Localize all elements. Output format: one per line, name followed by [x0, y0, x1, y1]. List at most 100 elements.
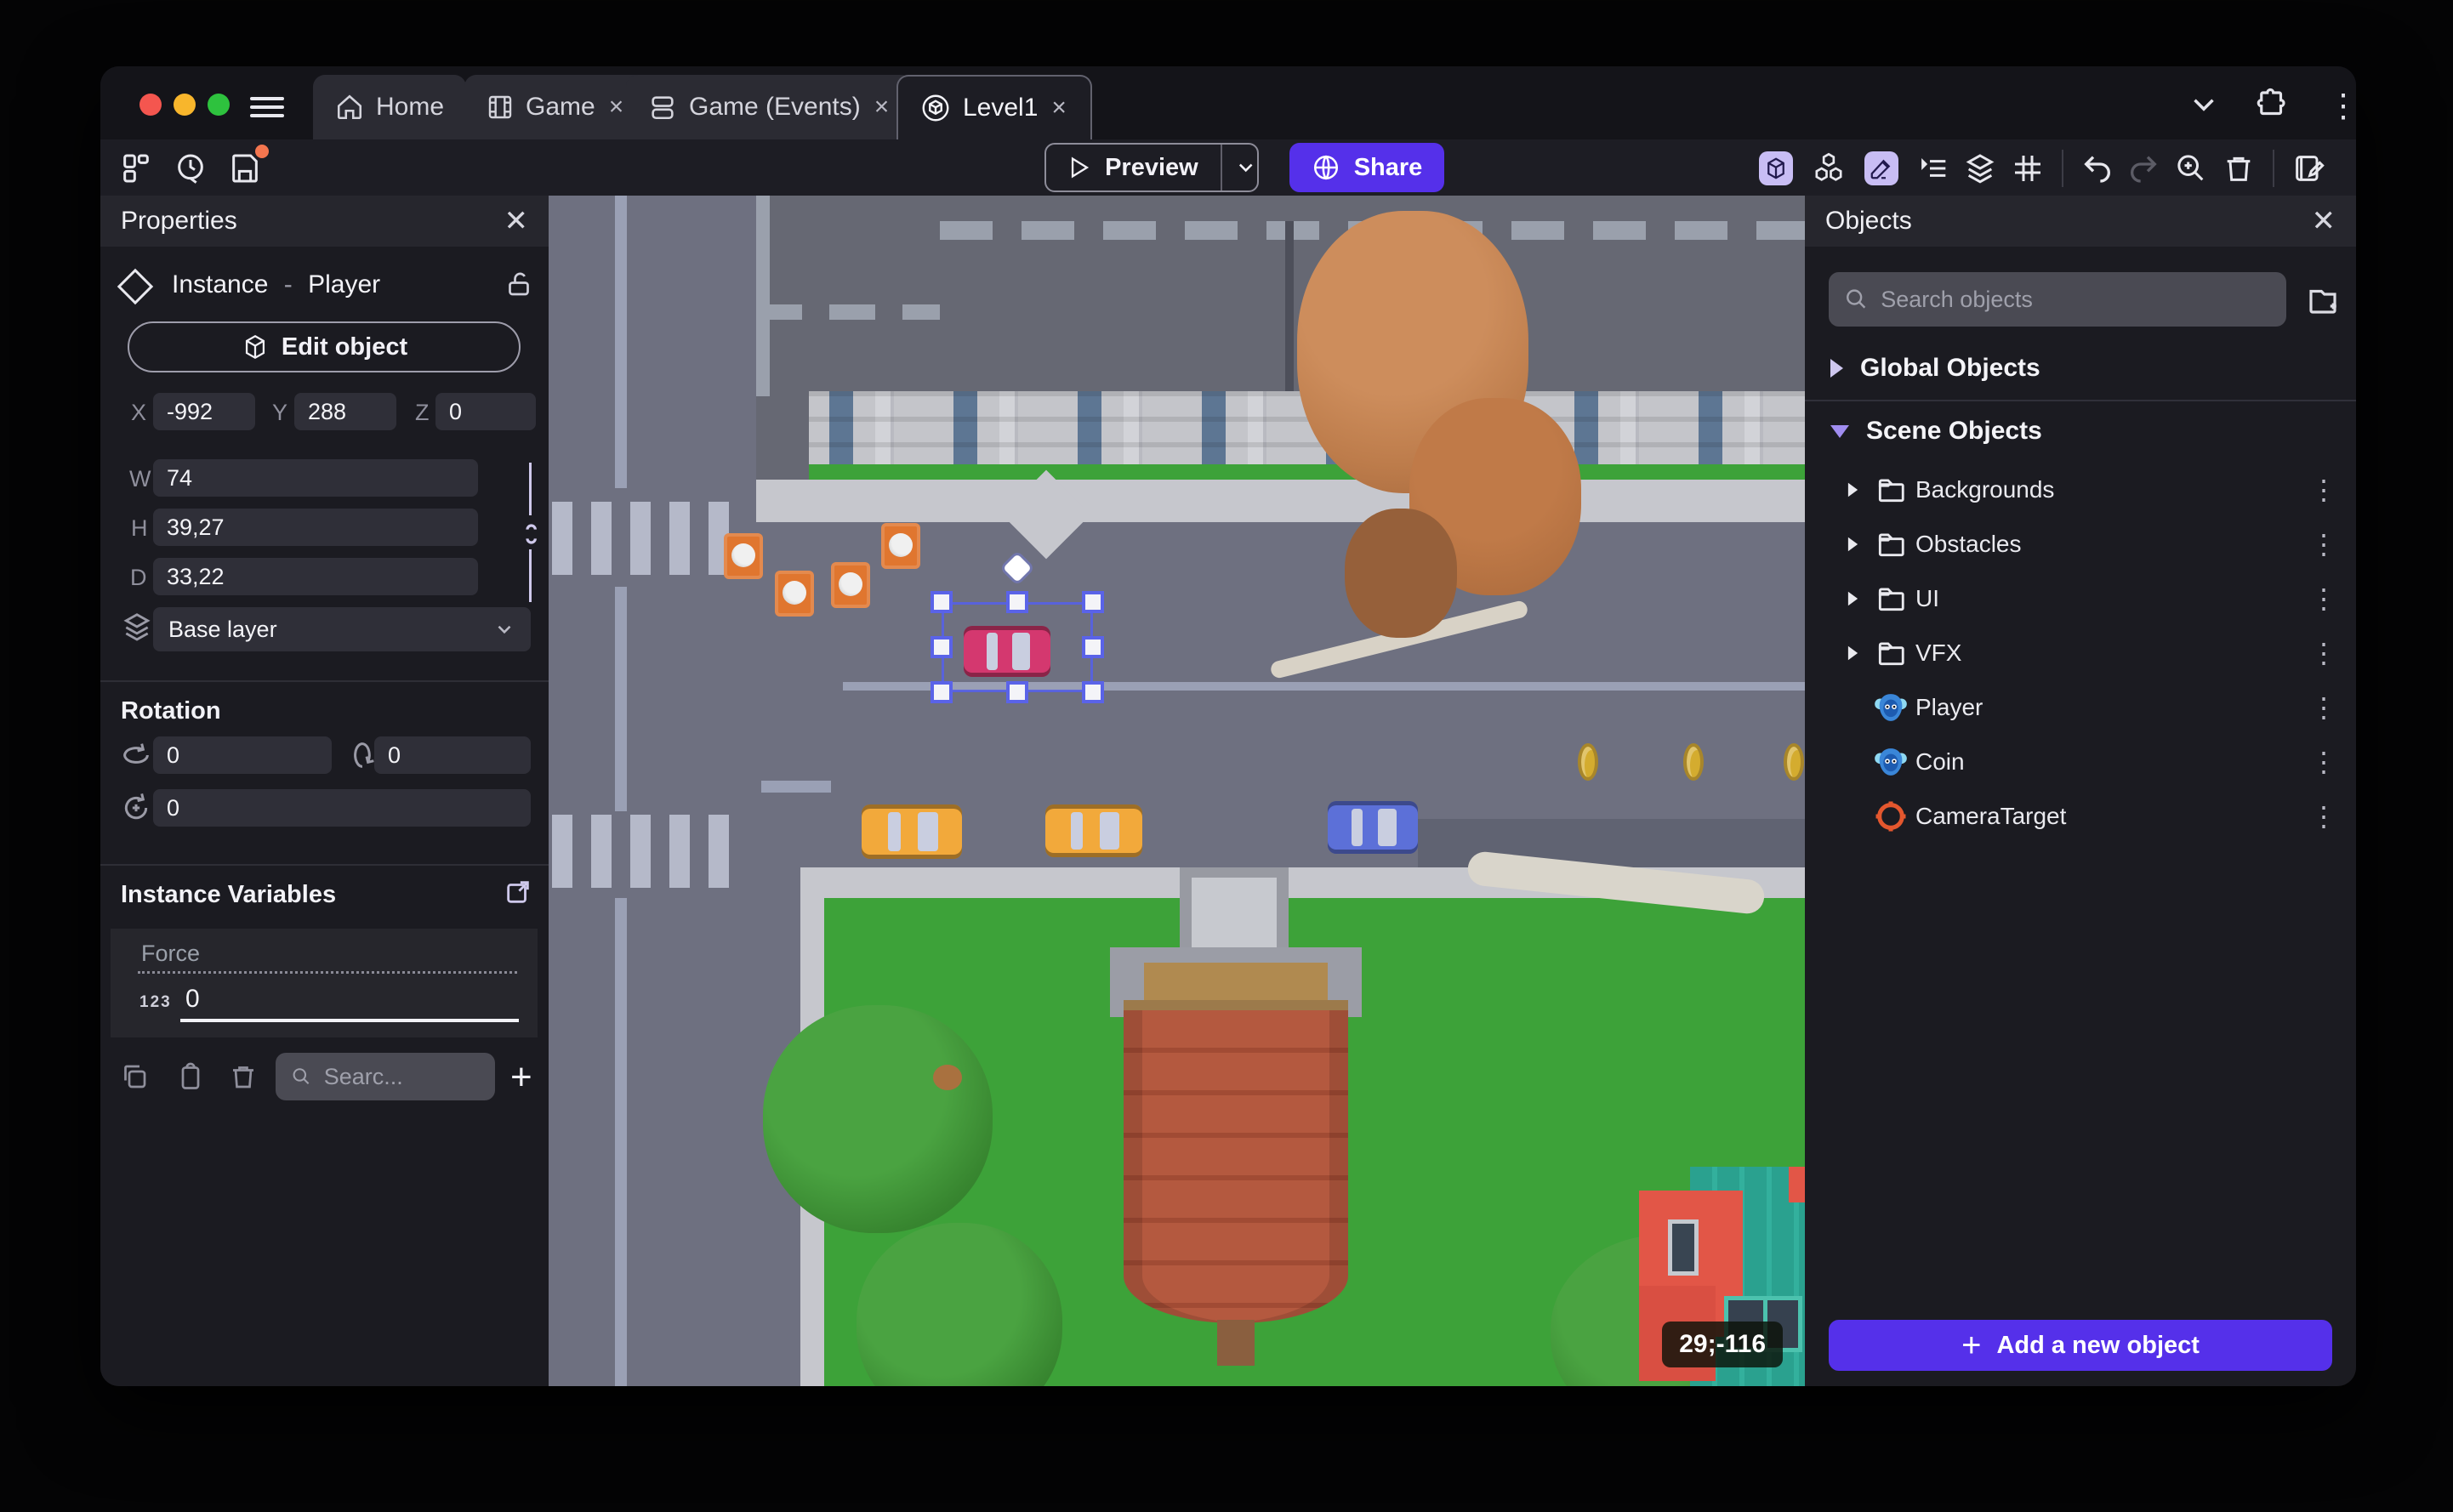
coin[interactable]: [1683, 743, 1704, 781]
add-folder-icon[interactable]: [2305, 282, 2341, 318]
h-input[interactable]: [153, 509, 478, 546]
close-icon[interactable]: ✕: [2312, 204, 2336, 238]
trash-icon[interactable]: [2222, 151, 2256, 185]
traffic-light-maximize[interactable]: [208, 94, 230, 116]
variables-search-input[interactable]: [323, 1063, 480, 1090]
paste-icon[interactable]: [175, 1061, 206, 1092]
yellow-car-1[interactable]: [862, 804, 962, 859]
w-input[interactable]: [153, 459, 478, 497]
kebab-menu-icon[interactable]: ⋮: [2310, 800, 2337, 833]
scene-objects-group[interactable]: Scene Objects: [1805, 408, 2356, 454]
scene-notes-icon[interactable]: [2291, 151, 2325, 185]
resize-handle[interactable]: [931, 681, 953, 703]
resize-handle[interactable]: [931, 636, 953, 658]
redo-icon[interactable]: [2126, 151, 2160, 185]
kebab-menu-icon[interactable]: ⋮: [2310, 637, 2337, 669]
rotation-y-input[interactable]: [374, 736, 531, 774]
kebab-menu-icon[interactable]: ⋮: [2310, 746, 2337, 778]
trash-icon[interactable]: [228, 1061, 259, 1092]
tab-label: Home: [376, 93, 445, 121]
add-variable-button[interactable]: +: [510, 1056, 532, 1099]
layer-select[interactable]: Base layer: [153, 607, 531, 651]
layers-icon[interactable]: [1963, 151, 1997, 185]
variables-search[interactable]: [276, 1053, 495, 1100]
tab-close-icon[interactable]: ×: [607, 93, 626, 122]
close-icon[interactable]: ✕: [504, 204, 529, 238]
zoom-in-icon[interactable]: [2174, 151, 2208, 185]
object-item-player[interactable]: Player ⋮: [1805, 680, 2356, 735]
kebab-menu-icon[interactable]: ⋮: [2310, 691, 2337, 724]
object-item-coin[interactable]: Coin ⋮: [1805, 735, 2356, 789]
y-input[interactable]: [294, 393, 396, 430]
variable-value[interactable]: 0: [185, 985, 200, 1014]
chevron-down-icon[interactable]: [1234, 155, 1257, 180]
undo-icon[interactable]: [2080, 151, 2114, 185]
caret-right-icon: [1847, 645, 1858, 661]
object-label: UI: [1915, 585, 1939, 611]
resize-handle[interactable]: [1006, 681, 1028, 703]
external-link-icon[interactable]: [504, 878, 532, 907]
obstacle-cone[interactable]: [881, 523, 920, 569]
d-input[interactable]: [153, 558, 478, 595]
object-item-obstacles[interactable]: Obstacles ⋮: [1805, 517, 2356, 571]
coin[interactable]: [1578, 743, 1598, 781]
chevron-down-icon[interactable]: [2186, 87, 2222, 122]
x-input[interactable]: [153, 393, 255, 430]
traffic-light-minimize[interactable]: [174, 94, 196, 116]
pencil-icon[interactable]: [1864, 151, 1898, 185]
kebab-menu-icon[interactable]: ⋮: [2310, 528, 2337, 560]
share-button[interactable]: Share: [1289, 143, 1444, 192]
extensions-icon[interactable]: [2254, 87, 2290, 122]
preview-button[interactable]: Preview: [1044, 143, 1259, 192]
unlock-icon[interactable]: [504, 269, 534, 299]
cube-3d-icon[interactable]: [1759, 151, 1793, 185]
instances-list-icon[interactable]: [1917, 151, 1951, 185]
object-item-ui[interactable]: UI ⋮: [1805, 571, 2356, 626]
rotation-z-input[interactable]: [153, 789, 531, 827]
resize-handle[interactable]: [1082, 591, 1104, 613]
properties-header: Properties ✕: [100, 196, 549, 247]
object-item-backgrounds[interactable]: Backgrounds ⋮: [1805, 463, 2356, 517]
object-item-cameratarget[interactable]: CameraTarget ⋮: [1805, 789, 2356, 844]
kebab-menu-icon[interactable]: ⋮: [2310, 474, 2337, 506]
traffic-light-close[interactable]: [139, 94, 162, 116]
resize-handle[interactable]: [1082, 681, 1104, 703]
blue-car[interactable]: [1328, 801, 1418, 854]
tab-level1[interactable]: Level1 ×: [896, 75, 1092, 139]
resize-handle[interactable]: [931, 591, 953, 613]
kebab-menu-icon[interactable]: ⋮: [2310, 583, 2337, 615]
obstacle-cone[interactable]: [831, 562, 870, 608]
objects-search[interactable]: [1829, 272, 2286, 327]
rotate-handle[interactable]: [1003, 554, 1032, 583]
variable-name[interactable]: Force: [141, 941, 200, 967]
obstacle-cone[interactable]: [775, 571, 814, 617]
edit-object-button[interactable]: Edit object: [128, 321, 521, 372]
grid-icon[interactable]: [2011, 151, 2045, 185]
layout-icon[interactable]: [119, 151, 153, 185]
hamburger-menu-icon[interactable]: [250, 92, 284, 117]
rotation-x-input[interactable]: [153, 736, 332, 774]
resize-handle[interactable]: [1006, 591, 1028, 613]
tab-close-icon[interactable]: ×: [1050, 94, 1068, 122]
add-object-button[interactable]: + Add a new object: [1829, 1320, 2332, 1371]
history-icon[interactable]: [174, 151, 208, 185]
link-proportions-icon[interactable]: [517, 519, 544, 549]
obstacle-cone[interactable]: [724, 533, 763, 579]
tab-game-events[interactable]: Game (Events) ×: [626, 75, 913, 139]
tab-home[interactable]: Home: [313, 75, 467, 139]
blocks-icon[interactable]: [1812, 151, 1846, 185]
scene-cube-icon: [922, 94, 949, 122]
yellow-car-2[interactable]: [1045, 804, 1142, 857]
global-objects-group[interactable]: Global Objects: [1805, 345, 2356, 391]
copy-icon[interactable]: [119, 1061, 150, 1092]
resize-handle[interactable]: [1082, 636, 1104, 658]
z-input[interactable]: [435, 393, 536, 430]
object-item-vfx[interactable]: VFX ⋮: [1805, 626, 2356, 680]
tab-label: Game (Events): [689, 93, 861, 121]
objects-search-input[interactable]: [1881, 286, 2271, 313]
kebab-menu-icon[interactable]: ⋮: [2327, 87, 2356, 125]
scene-canvas[interactable]: 29;-116: [549, 196, 1805, 1386]
tab-game[interactable]: Game ×: [464, 75, 648, 139]
tab-close-icon[interactable]: ×: [873, 93, 891, 122]
coin[interactable]: [1784, 743, 1804, 781]
